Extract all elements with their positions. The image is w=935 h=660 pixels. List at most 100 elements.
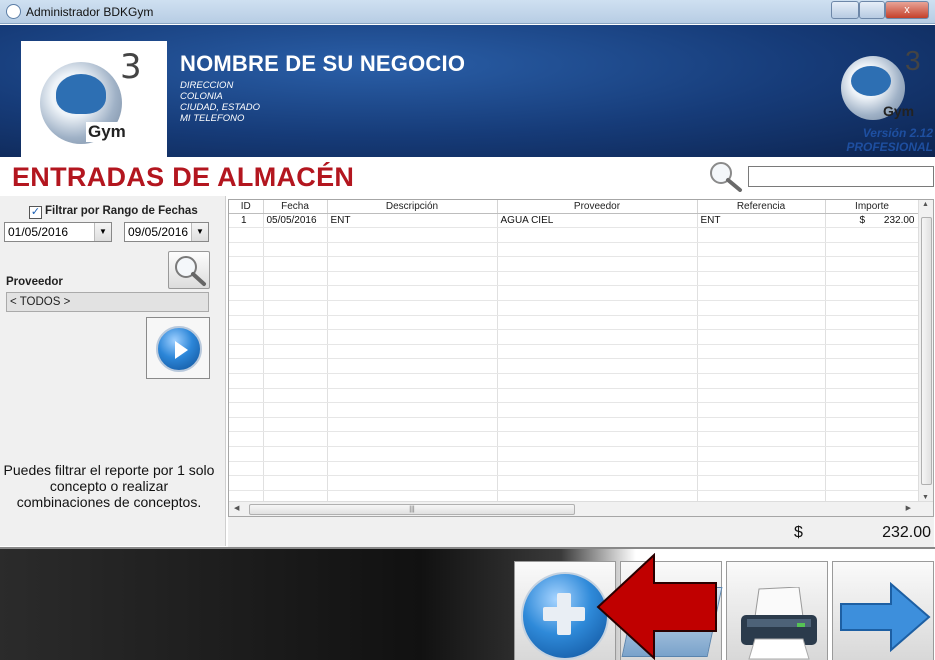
window-title: Administrador BDKGym xyxy=(26,5,154,19)
table-cell-empty xyxy=(497,300,698,316)
column-header-importe[interactable]: Importe xyxy=(825,200,920,214)
address-line: CIUDAD, ESTADO xyxy=(180,102,261,113)
table-cell-empty xyxy=(263,271,328,287)
table-row-empty[interactable] xyxy=(229,344,920,360)
table-cell-empty xyxy=(497,358,698,375)
print-button[interactable] xyxy=(726,561,828,660)
table-cell-empty xyxy=(229,271,264,287)
table-cell-empty xyxy=(263,285,328,302)
chevron-down-icon[interactable]: ▼ xyxy=(191,223,208,241)
table-row-empty[interactable] xyxy=(229,417,920,433)
table-cell-empty xyxy=(327,271,498,287)
scroll-down-icon[interactable]: ▼ xyxy=(922,494,929,501)
table-cell-empty xyxy=(825,256,920,272)
window-controls: x xyxy=(831,1,929,19)
table-row-empty[interactable] xyxy=(229,475,920,491)
supplier-select[interactable]: < TODOS > xyxy=(6,292,209,312)
table-cell-empty xyxy=(263,388,328,404)
table-cell-empty xyxy=(825,373,920,389)
table-cell-empty xyxy=(825,402,920,418)
column-header-fecha[interactable]: Fecha xyxy=(263,200,328,214)
run-report-button[interactable] xyxy=(146,317,210,379)
scroll-thumb[interactable]: ||| xyxy=(249,504,575,515)
table-row-empty[interactable] xyxy=(229,358,920,375)
minimize-button[interactable] xyxy=(831,1,859,19)
table-row-empty[interactable] xyxy=(229,300,920,316)
table-row-empty[interactable] xyxy=(229,242,920,258)
address-line: DIRECCION xyxy=(180,80,234,91)
business-name: NOMBRE DE SU NEGOCIO xyxy=(180,51,466,76)
table-row-empty[interactable] xyxy=(229,373,920,389)
table-cell-empty xyxy=(263,300,328,316)
table-row[interactable]: 1 05/05/2016 ENT AGUA CIEL ENT $ 232.00 xyxy=(229,213,920,229)
scroll-thumb[interactable] xyxy=(921,217,932,485)
table-cell-empty xyxy=(497,417,698,433)
search-input[interactable] xyxy=(748,166,934,187)
table-cell-empty xyxy=(229,431,264,447)
total-value: 232.00 xyxy=(882,524,931,541)
table-cell-empty xyxy=(697,256,826,272)
table-cell-empty xyxy=(697,285,826,302)
table-cell-empty xyxy=(697,300,826,316)
table-row-empty[interactable] xyxy=(229,256,920,272)
column-header-proveedor[interactable]: Proveedor xyxy=(497,200,698,214)
table-cell-empty xyxy=(229,227,264,243)
table-cell-empty xyxy=(263,358,328,375)
table-row-empty[interactable] xyxy=(229,431,920,447)
table-cell-empty xyxy=(825,446,920,462)
date-to-picker[interactable]: 09/05/2016 ▼ xyxy=(124,222,209,242)
scroll-up-icon[interactable]: ▲ xyxy=(922,201,929,208)
table-cell-empty xyxy=(825,271,920,287)
date-range-checkbox[interactable]: ✓ xyxy=(29,206,42,219)
chevron-down-icon[interactable]: ▼ xyxy=(94,223,111,241)
table-cell-empty xyxy=(497,227,698,243)
table-cell-empty xyxy=(327,358,498,375)
table-cell-empty xyxy=(697,461,826,477)
table-cell-empty xyxy=(697,358,826,375)
column-header-id[interactable]: ID xyxy=(229,200,264,214)
table-row-empty[interactable] xyxy=(229,402,920,418)
table-cell-empty xyxy=(697,388,826,404)
table-cell-empty xyxy=(229,417,264,433)
table-cell-empty xyxy=(697,475,826,491)
entries-table[interactable]: ID Fecha Descripción Proveedor Referenci… xyxy=(228,199,934,517)
table-cell-empty xyxy=(825,300,920,316)
business-logo: 3 Gym xyxy=(21,41,167,167)
table-row-empty[interactable] xyxy=(229,227,920,243)
table-row-empty[interactable] xyxy=(229,446,920,462)
horizontal-scrollbar[interactable]: ◀ ||| ▶ xyxy=(229,501,933,516)
table-cell-empty xyxy=(327,431,498,447)
table-cell-empty xyxy=(497,431,698,447)
app-icon xyxy=(6,4,21,19)
table-cell-empty xyxy=(263,446,328,462)
date-from-picker[interactable]: 01/05/2016 ▼ xyxy=(4,222,112,242)
vertical-scrollbar[interactable]: ▲ ▼ xyxy=(918,200,933,502)
amount: 232.00 xyxy=(883,214,915,226)
cell-fecha: 05/05/2016 xyxy=(263,213,328,229)
scroll-left-icon[interactable]: ◀ xyxy=(234,504,239,512)
page-title: ENTRADAS DE ALMACÉN xyxy=(12,162,355,192)
table-row-empty[interactable] xyxy=(229,271,920,287)
table-cell-empty xyxy=(229,242,264,258)
red-pointer-arrow-icon xyxy=(596,553,717,660)
maximize-button[interactable] xyxy=(859,1,885,19)
table-cell-empty xyxy=(229,344,264,360)
table-cell-empty xyxy=(263,344,328,360)
next-button[interactable] xyxy=(832,561,934,660)
table-cell-empty xyxy=(825,417,920,433)
filter-panel: ✓ Filtrar por Rango de Fechas 01/05/2016… xyxy=(0,196,226,546)
table-row-empty[interactable] xyxy=(229,388,920,404)
cell-referencia: ENT xyxy=(697,213,826,229)
scroll-right-icon[interactable]: ▶ xyxy=(906,504,911,512)
column-header-referencia[interactable]: Referencia xyxy=(697,200,826,214)
column-header-descripcion[interactable]: Descripción xyxy=(327,200,498,214)
close-button[interactable]: x xyxy=(885,1,929,19)
table-row-empty[interactable] xyxy=(229,461,920,477)
table-row-empty[interactable] xyxy=(229,285,920,302)
cell-descripcion: ENT xyxy=(327,213,498,229)
filter-search-button[interactable] xyxy=(168,251,210,289)
table-cell-empty xyxy=(263,475,328,491)
table-row-empty[interactable] xyxy=(229,329,920,345)
table-row-empty[interactable] xyxy=(229,315,920,331)
table-cell-empty xyxy=(497,388,698,404)
